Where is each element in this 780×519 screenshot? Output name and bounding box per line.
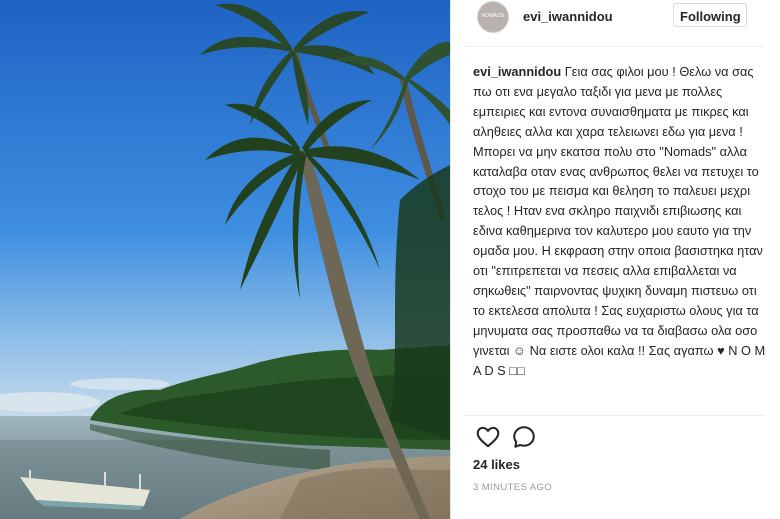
following-button[interactable]: Following: [673, 3, 747, 27]
caption-text: Γεια σας φιλοι μου ! Θελω να σας πω οτι …: [473, 64, 766, 378]
speech-bubble-icon[interactable]: [511, 424, 537, 450]
post-sidebar: NOMADS evi_iwannidou Following evi_iwann…: [450, 0, 780, 519]
avatar-label: NOMADS: [481, 13, 505, 19]
caption-divider: [465, 415, 765, 416]
post-photo[interactable]: [0, 0, 450, 519]
avatar[interactable]: NOMADS: [477, 1, 509, 33]
likes-count[interactable]: 24 likes: [473, 457, 520, 472]
post-header: NOMADS evi_iwannidou Following: [451, 0, 780, 34]
heart-outline-icon[interactable]: [475, 424, 501, 450]
header-username[interactable]: evi_iwannidou: [523, 9, 613, 24]
post-timestamp: 3 MINUTES AGO: [473, 482, 553, 493]
header-divider: [465, 46, 765, 47]
post-caption: evi_iwannidou Γεια σας φιλοι μου ! Θελω …: [473, 62, 767, 381]
instagram-post: NOMADS evi_iwannidou Following evi_iwann…: [0, 0, 780, 519]
caption-username[interactable]: evi_iwannidou: [473, 64, 561, 79]
beach-palm-photo: [0, 0, 450, 519]
